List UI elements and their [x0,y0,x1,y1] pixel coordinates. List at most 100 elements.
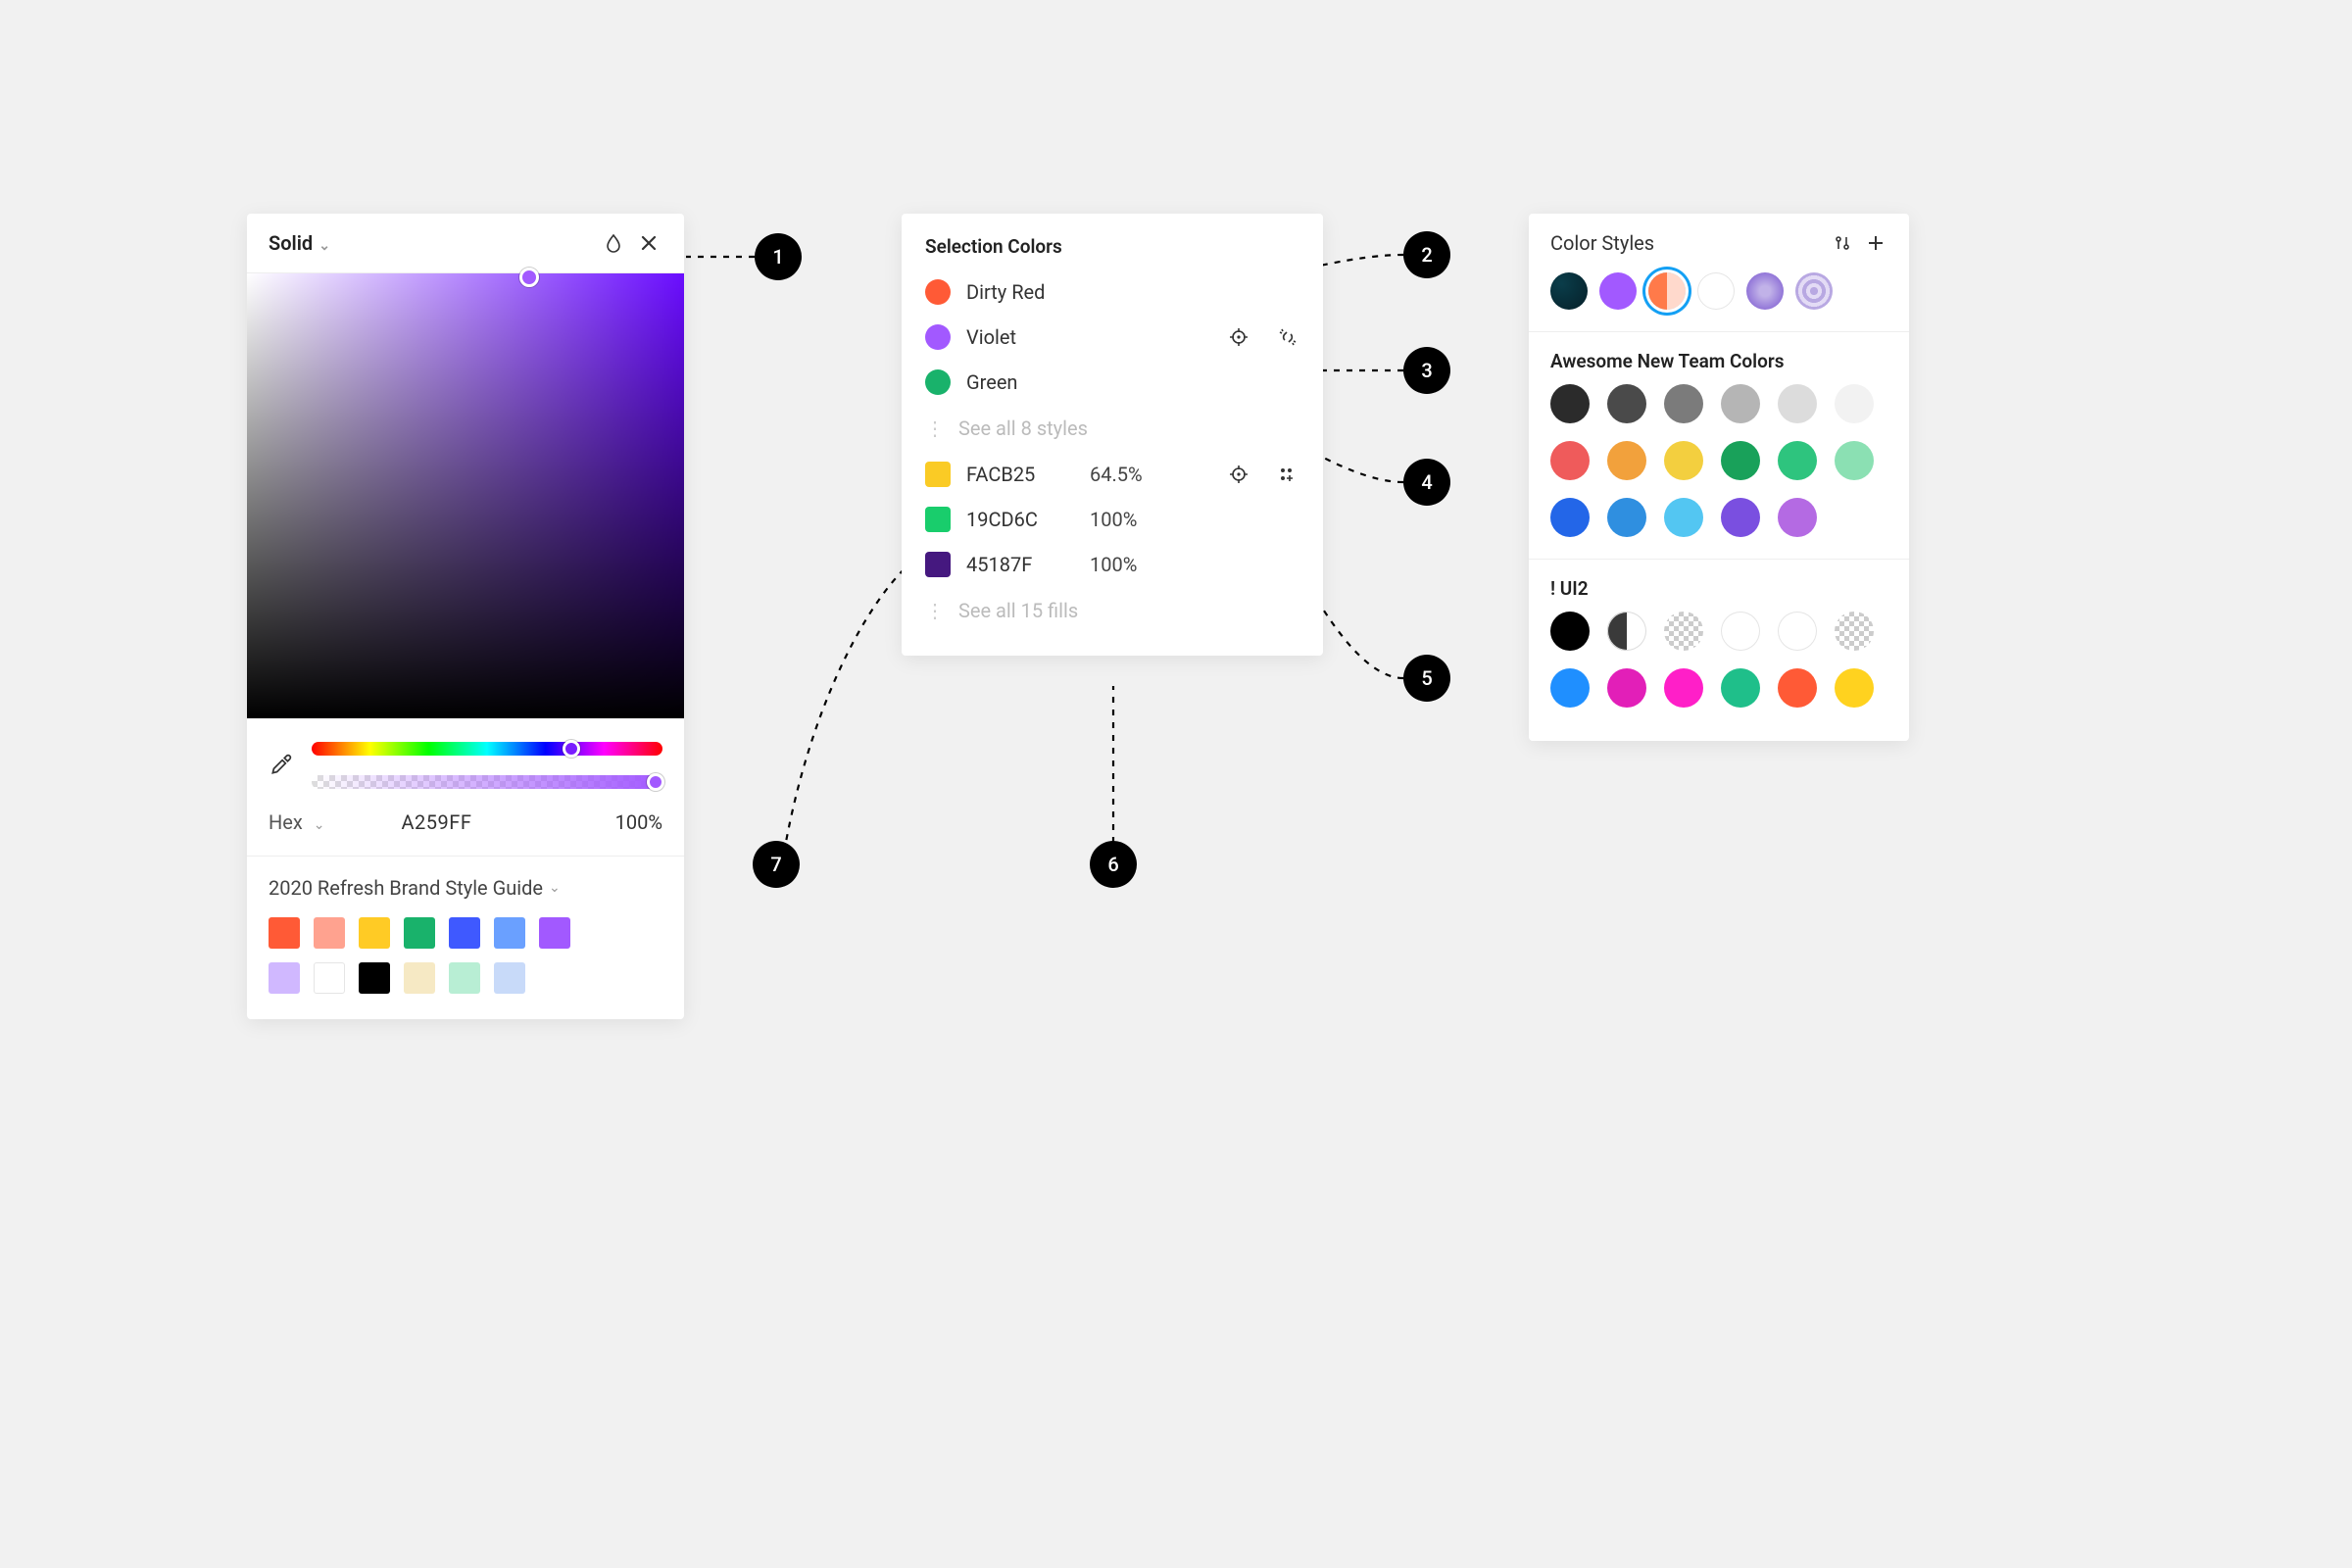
style-swatch[interactable] [1664,612,1703,651]
style-swatch[interactable] [1550,612,1590,651]
style-swatch[interactable] [1835,441,1874,480]
fill-type-dropdown[interactable]: Solid⌄ [269,231,330,255]
alpha-slider[interactable] [312,775,662,789]
local-styles-row [1529,269,1909,331]
style-swatch[interactable] [1599,272,1637,310]
close-icon[interactable] [635,229,662,257]
hue-slider[interactable] [312,742,662,756]
style-swatch[interactable] [1607,441,1646,480]
selection-style-row[interactable]: Green [902,360,1323,405]
color-styles-panel: Color Styles Awesome New Team Colors ! U… [1529,214,1909,741]
document-swatch[interactable] [314,917,345,949]
style-swatch[interactable] [1664,668,1703,708]
style-swatch[interactable] [1550,272,1588,310]
style-dot [925,324,951,350]
chevron-down-icon: ⌄ [314,817,325,833]
see-all-fills[interactable]: ⋮ See all 15 fills [902,587,1323,634]
document-swatch[interactable] [404,917,435,949]
style-swatch[interactable] [1550,384,1590,423]
style-swatch[interactable] [1778,498,1817,537]
style-swatch[interactable] [1835,668,1874,708]
style-swatch[interactable] [1721,668,1760,708]
style-swatch[interactable] [1721,612,1760,651]
document-swatch[interactable] [359,917,390,949]
fill-opacity: 100% [1090,508,1137,531]
style-group-title: ! UI2 [1529,560,1909,612]
style-swatch[interactable] [1835,612,1874,651]
style-swatch[interactable] [1607,384,1646,423]
unlink-icon[interactable] [1276,325,1299,349]
sv-thumb[interactable] [519,268,539,287]
document-swatch[interactable] [269,962,300,994]
document-swatch[interactable] [359,962,390,994]
annotation-6: 6 [1090,841,1137,888]
style-swatch[interactable] [1607,668,1646,708]
slider-row [247,718,684,797]
document-swatch[interactable] [449,962,480,994]
chevron-down-icon: ⌄ [549,880,561,896]
style-swatch[interactable] [1835,384,1874,423]
document-swatch[interactable] [539,917,570,949]
document-swatch[interactable] [494,917,525,949]
saturation-value-field[interactable] [247,273,684,718]
opacity-input[interactable]: 100% [615,810,662,834]
color-model-dropdown[interactable]: Hex ⌄ [269,810,325,834]
blend-mode-icon[interactable] [600,229,627,257]
style-swatch[interactable] [1721,384,1760,423]
document-swatch[interactable] [449,917,480,949]
filter-icon[interactable] [1831,231,1854,255]
color-styles-title: Color Styles [1550,231,1654,255]
selection-colors-title: Selection Colors [902,235,1323,270]
fill-hex: 19CD6C [966,508,1074,531]
style-swatch[interactable] [1607,612,1646,651]
fill-hex: FACB25 [966,463,1074,486]
selection-fill-row[interactable]: 19CD6C 100% [902,497,1323,542]
style-swatch[interactable] [1664,441,1703,480]
style-swatch[interactable] [1778,441,1817,480]
target-icon[interactable] [1227,325,1250,349]
style-swatch-selected[interactable] [1648,272,1686,310]
fill-opacity: 64.5% [1090,463,1143,486]
style-swatch[interactable] [1664,498,1703,537]
eyedropper-icon[interactable] [269,752,296,779]
selection-style-row[interactable]: Violet [902,315,1323,360]
style-swatch[interactable] [1795,272,1833,310]
annotation-7: 7 [753,841,800,888]
selection-fill-row[interactable]: FACB25 64.5% [902,452,1323,497]
document-swatch[interactable] [269,917,300,949]
hue-thumb[interactable] [563,740,580,758]
document-swatch[interactable] [314,962,345,994]
style-swatch[interactable] [1697,272,1735,310]
style-swatch[interactable] [1778,384,1817,423]
picker-header: Solid⌄ [247,214,684,273]
style-swatch[interactable] [1778,612,1817,651]
selection-style-row[interactable]: Dirty Red [902,270,1323,315]
fill-hex: 45187F [966,553,1074,576]
style-swatch[interactable] [1550,668,1590,708]
selection-fill-row[interactable]: 45187F 100% [902,542,1323,587]
style-swatch[interactable] [1550,498,1590,537]
style-swatch[interactable] [1550,441,1590,480]
see-all-styles[interactable]: ⋮ See all 8 styles [902,405,1323,452]
style-swatch[interactable] [1721,498,1760,537]
style-swatch[interactable] [1746,272,1784,310]
fill-swatch [925,552,951,577]
selection-colors-panel: Selection Colors Dirty Red Violet Green … [902,214,1323,656]
style-swatch[interactable] [1778,668,1817,708]
hex-input[interactable]: A259FF [402,810,472,834]
add-style-icon[interactable] [1864,231,1887,255]
style-group-title: Awesome New Team Colors [1529,332,1909,384]
color-styles-header: Color Styles [1529,214,1909,269]
color-picker-panel: Solid⌄ Hex ⌄ A259FF 100% 2020 Refresh Br… [247,214,684,1019]
document-colors-section[interactable]: 2020 Refresh Brand Style Guide ⌄ [247,857,684,909]
target-icon[interactable] [1227,463,1250,486]
document-swatch[interactable] [404,962,435,994]
annotation-2: 2 [1403,231,1450,278]
create-style-icon[interactable] [1276,463,1299,486]
style-swatch[interactable] [1607,498,1646,537]
document-swatch[interactable] [494,962,525,994]
style-swatch[interactable] [1721,441,1760,480]
style-name: Green [966,370,1299,394]
alpha-thumb[interactable] [647,773,664,791]
style-swatch[interactable] [1664,384,1703,423]
